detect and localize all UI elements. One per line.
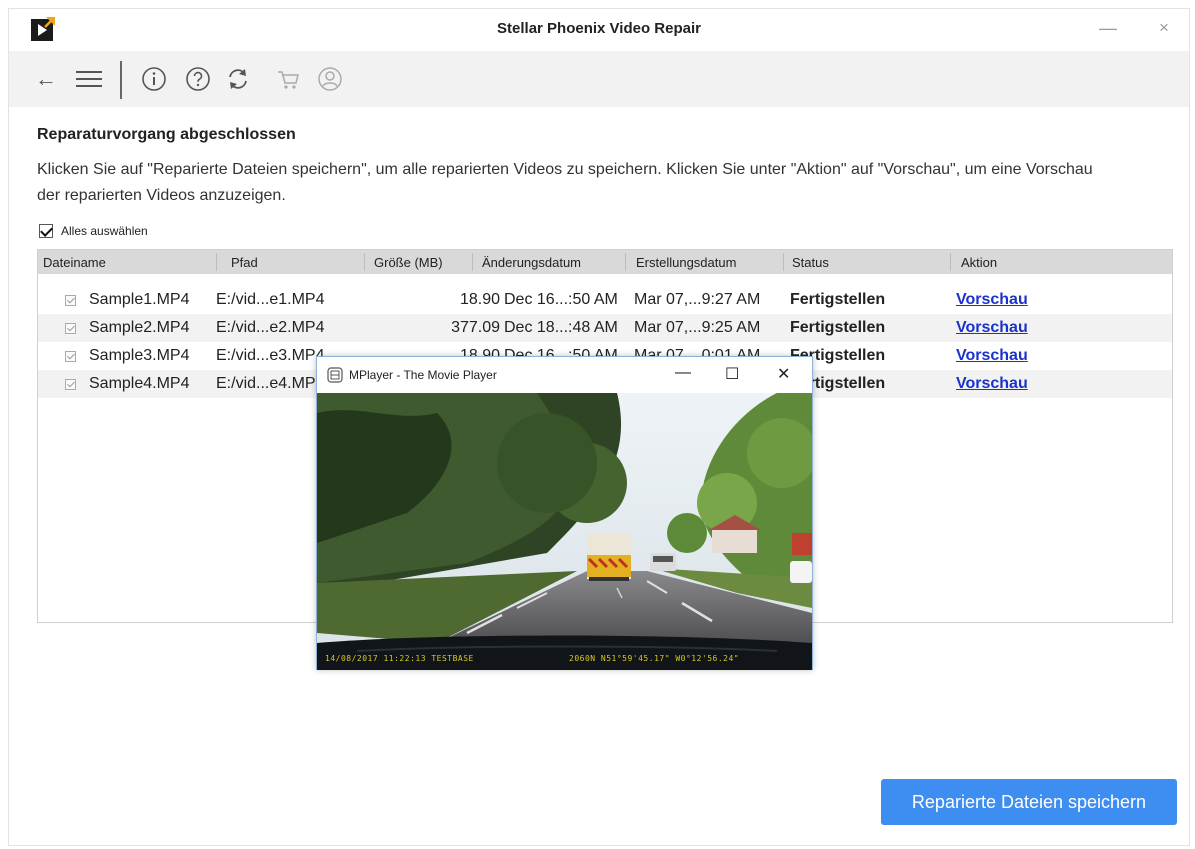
column-divider: [364, 253, 365, 271]
user-icon: [313, 64, 347, 94]
column-header-path[interactable]: Pfad: [231, 255, 258, 270]
window-title: Stellar Phoenix Video Repair: [497, 20, 701, 37]
preview-link[interactable]: Vorschau: [956, 347, 1028, 365]
column-header-created[interactable]: Erstellungsdatum: [636, 255, 736, 270]
back-arrow-icon[interactable]: ←: [33, 64, 59, 94]
file-size: 377.09: [451, 319, 500, 336]
page-heading: Reparaturvorgang abgeschlossen: [37, 126, 296, 143]
column-header-status[interactable]: Status: [792, 255, 829, 270]
table-row[interactable]: Sample2.MP4 E:/vid...e2.MP4 377.09 Dec 1…: [38, 314, 1172, 342]
column-header-action[interactable]: Aktion: [961, 255, 997, 270]
info-icon[interactable]: [137, 64, 171, 94]
column-header-modified[interactable]: Änderungsdatum: [482, 255, 581, 270]
row-checkbox[interactable]: [65, 351, 76, 362]
row-checkbox[interactable]: [65, 295, 76, 306]
status-text: Fertigstellen: [790, 319, 886, 336]
title-bar: Stellar Phoenix Video Repair — ×: [9, 9, 1189, 51]
status-text: Fertigstellen: [790, 291, 886, 308]
row-checkbox[interactable]: [65, 323, 76, 334]
file-path: E:/vid...e1.MP4: [216, 291, 325, 308]
created-date: Mar 07,...9:25 AM: [634, 319, 761, 336]
minimize-button[interactable]: —: [1099, 19, 1117, 37]
file-name: Sample3.MP4: [89, 347, 190, 364]
toolbar: ←: [9, 51, 1189, 107]
column-divider: [783, 253, 784, 271]
created-date: Mar 07,...9:27 AM: [634, 291, 761, 308]
video-timestamp-overlay: 14/08/2017 11:22:13 TESTBASE: [325, 654, 474, 663]
video-gps-overlay: 2060N N51°59'45.17" W0°12'56.24": [569, 654, 740, 663]
help-icon[interactable]: [181, 64, 215, 94]
row-checkbox[interactable]: [65, 379, 76, 390]
mplayer-maximize-button[interactable]: ☐: [725, 364, 739, 384]
file-path: E:/vid...e3.MP4: [216, 347, 325, 364]
save-repaired-files-button[interactable]: Reparierte Dateien speichern: [881, 779, 1177, 825]
preview-link[interactable]: Vorschau: [956, 291, 1028, 309]
menu-icon[interactable]: [69, 64, 109, 94]
toolbar-separator: [120, 61, 122, 99]
mplayer-title: MPlayer - The Movie Player: [349, 368, 497, 382]
table-row[interactable]: Sample1.MP4 E:/vid...e1.MP4 18.90 Dec 16…: [38, 286, 1172, 314]
modified-date: Dec 18...:48 AM: [504, 319, 618, 336]
dashcam-video-image: [317, 393, 812, 670]
close-button[interactable]: ×: [1159, 19, 1169, 37]
file-name: Sample2.MP4: [89, 319, 190, 336]
column-divider: [950, 253, 951, 271]
preview-link[interactable]: Vorschau: [956, 375, 1028, 393]
mplayer-app-icon: [327, 367, 343, 383]
column-header-filename[interactable]: Dateiname: [43, 255, 106, 270]
mplayer-minimize-button[interactable]: —: [675, 364, 691, 382]
file-path: E:/vid...e2.MP4: [216, 319, 325, 336]
video-frame[interactable]: 14/08/2017 11:22:13 TESTBASE 2060N N51°5…: [317, 393, 812, 670]
mplayer-close-button[interactable]: ✕: [777, 364, 790, 384]
column-divider: [625, 253, 626, 271]
checkbox-checked-icon[interactable]: [39, 224, 53, 238]
file-size: 18.90: [459, 291, 500, 308]
file-name: Sample1.MP4: [89, 291, 190, 308]
cart-icon: [271, 64, 305, 94]
instructions-text: Klicken Sie auf "Reparierte Dateien spei…: [37, 161, 1093, 204]
file-name: Sample4.MP4: [89, 375, 190, 392]
modified-date: Dec 16...:50 AM: [504, 291, 618, 308]
file-path: E:/vid...e4.MP4: [216, 375, 325, 392]
select-all-label: Alles auswählen: [61, 224, 148, 238]
table-header: Dateiname Pfad Größe (MB) Änderungsdatum…: [38, 250, 1172, 274]
mplayer-title-bar[interactable]: MPlayer - The Movie Player — ☐ ✕: [317, 357, 812, 393]
select-all-checkbox[interactable]: Alles auswählen: [39, 224, 148, 238]
preview-link[interactable]: Vorschau: [956, 319, 1028, 337]
refresh-icon[interactable]: [221, 64, 255, 94]
column-divider: [216, 253, 217, 271]
column-divider: [472, 253, 473, 271]
column-header-size[interactable]: Größe (MB): [374, 255, 443, 270]
mplayer-window: MPlayer - The Movie Player — ☐ ✕ 14/08/2…: [316, 356, 813, 670]
